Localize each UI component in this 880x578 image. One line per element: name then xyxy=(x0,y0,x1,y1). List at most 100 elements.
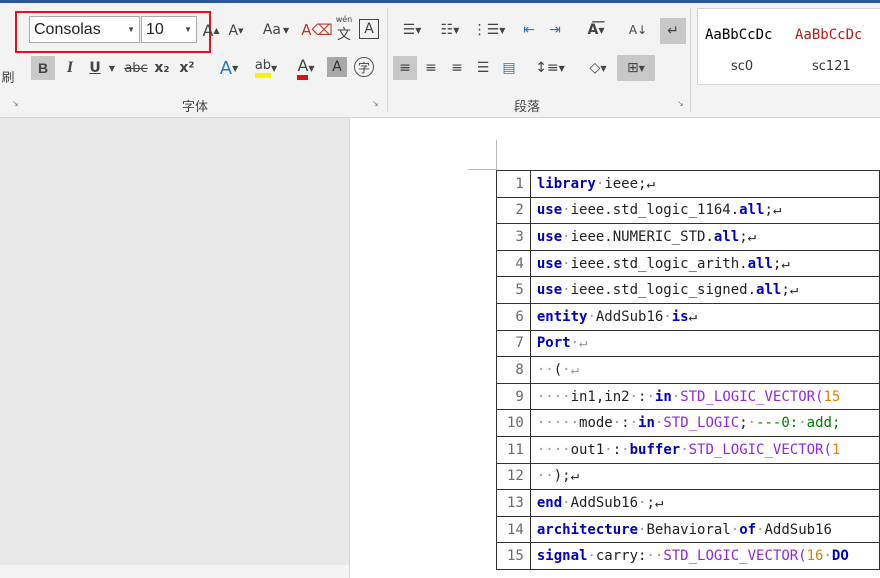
code-token: ·· xyxy=(646,548,664,565)
show-marks-icon[interactable]: ↵ xyxy=(660,18,686,44)
code-token: AddSub16 xyxy=(764,521,832,538)
font-dialog-launcher-icon[interactable]: ↘ xyxy=(372,99,379,108)
code-line[interactable]: use·ieee.std_logic_arith.all;↵ xyxy=(529,249,880,278)
styles-gallery[interactable]: AaBbCcDc sc0 AaBbCcDc sc121 xyxy=(697,8,880,85)
code-token: · xyxy=(823,548,832,565)
line-number: 12 xyxy=(496,462,531,491)
code-token: ;↵ xyxy=(772,255,790,272)
paragraph-dialog-launcher-icon[interactable]: ↘ xyxy=(677,99,684,108)
code-line[interactable]: ····out1·:·buffer·STD_LOGIC_VECTOR(1 xyxy=(529,435,880,464)
text-direction-icon[interactable]: A͞ ▼ xyxy=(578,18,614,42)
align-right-icon[interactable]: ≡ xyxy=(445,56,469,80)
increase-indent-icon[interactable]: ⇥ xyxy=(544,18,566,42)
borders-icon[interactable]: ⊞ ▼ xyxy=(617,55,655,81)
code-token: ( xyxy=(553,361,563,378)
code-line[interactable]: library·ieee;↵ xyxy=(529,170,880,198)
code-token: · xyxy=(562,228,571,245)
code-token: · xyxy=(587,308,596,325)
code-token: ;↵ xyxy=(638,175,655,192)
code-token: · xyxy=(562,494,571,511)
line-number: 3 xyxy=(496,223,531,251)
code-token: · xyxy=(604,441,613,458)
text-effects-icon[interactable]: A ▼ xyxy=(212,56,246,80)
phonetic-guide-button[interactable]: wén 文 xyxy=(333,15,355,43)
sort-icon[interactable]: A↓ xyxy=(627,18,649,42)
code-token: · xyxy=(671,388,681,405)
clear-format-icon[interactable]: A⌫ xyxy=(301,18,332,42)
distributed-icon[interactable]: ▤ xyxy=(497,56,521,80)
style-preview-sc121[interactable]: AaBbCcDc xyxy=(795,27,862,43)
align-left-icon[interactable]: ≡ xyxy=(393,56,417,80)
dialog-launcher-icon[interactable]: ↘ xyxy=(12,99,19,108)
code-token: entity xyxy=(536,308,588,325)
font-color-icon[interactable]: A ▼ xyxy=(289,54,323,82)
code-line[interactable]: use·ieee.std_logic_signed.all;↵ xyxy=(529,276,880,304)
code-token: ↵ xyxy=(570,468,580,485)
character-border-button[interactable]: A xyxy=(359,19,379,39)
align-center-icon[interactable]: ≡ xyxy=(419,56,443,80)
change-case-button[interactable]: Aa ▼ xyxy=(258,18,294,42)
code-token: of xyxy=(739,521,757,538)
superscript-button[interactable]: x² xyxy=(177,56,197,80)
code-line[interactable]: entity·AddSub16·is↵ xyxy=(529,302,880,331)
style-preview-sc0[interactable]: AaBbCcDc xyxy=(705,27,772,43)
code-line[interactable]: Port·↵ xyxy=(529,329,880,358)
style-name-sc121: sc121 xyxy=(812,59,851,74)
code-token: DO xyxy=(831,548,849,565)
code-token: STD_LOGIC_VECTOR( xyxy=(688,441,832,458)
code-token: : xyxy=(621,415,630,432)
line-number: 8 xyxy=(496,356,531,384)
justify-icon[interactable]: ☰ xyxy=(471,56,495,80)
enclose-characters-icon[interactable]: 字 xyxy=(354,57,374,77)
code-line[interactable]: signal·carry:··STD_LOGIC_VECTOR(16·DO xyxy=(529,542,880,570)
highlight-rectangle xyxy=(15,11,211,53)
code-token: ···· xyxy=(536,441,571,458)
bold-button[interactable]: B xyxy=(31,56,55,80)
code-line-row: 1 library·ieee;↵ xyxy=(496,170,880,198)
highlight-color-icon[interactable]: ab ▼ xyxy=(249,54,283,82)
numbering-icon[interactable]: ☷ ▼ xyxy=(432,18,468,42)
shading-icon[interactable]: ◇ ▼ xyxy=(580,54,616,82)
code-line-row: 12 ··);↵ xyxy=(496,462,880,491)
italic-button[interactable]: I xyxy=(59,56,81,80)
code-line[interactable]: architecture·Behavioral·of·AddSub16 xyxy=(529,515,880,544)
multilevel-list-icon[interactable]: ⋮☰ ▼ xyxy=(472,18,506,42)
strikethrough-button[interactable]: abc xyxy=(122,56,150,80)
code-line[interactable]: end·AddSub16·;↵ xyxy=(529,489,880,517)
bullets-icon[interactable]: ☰ ▼ xyxy=(394,18,430,42)
code-line-row: 13 end·AddSub16·;↵ xyxy=(496,489,880,517)
line-number: 10 xyxy=(496,409,531,437)
decrease-indent-icon[interactable]: ⇤ xyxy=(518,18,540,42)
grow-font-icon[interactable]: A ▲ xyxy=(201,18,221,42)
line-number: 14 xyxy=(496,515,531,544)
code-line[interactable]: ··(·↵ xyxy=(529,356,880,384)
code-token: ·↵ xyxy=(570,335,588,352)
code-token: · xyxy=(587,548,596,565)
change-case-label: Aa xyxy=(262,22,281,38)
code-token: ·· xyxy=(536,468,554,485)
code-line-row: 10 ·····mode·:·in·STD_LOGIC;·---0:·add; xyxy=(496,409,880,437)
margin-mark xyxy=(496,140,497,170)
code-token: ·↵ xyxy=(562,361,580,378)
code-token: · xyxy=(646,388,655,405)
line-spacing-icon[interactable]: ↕≡ ▼ xyxy=(532,56,568,80)
chevron-down-icon[interactable]: ▼ xyxy=(106,56,118,80)
code-token: ···· xyxy=(536,388,571,405)
format-painter-label[interactable]: 刷 xyxy=(0,64,16,88)
code-line[interactable]: ·····mode·:·in·STD_LOGIC;·---0:·add; xyxy=(529,409,880,437)
code-token: add; xyxy=(806,415,841,432)
code-token: buffer xyxy=(629,441,681,458)
code-line[interactable]: ··);↵ xyxy=(529,462,880,491)
character-shading-icon[interactable]: A xyxy=(327,57,347,77)
code-token: STD_LOGIC_VECTOR( xyxy=(680,388,824,405)
code-token: AddSub16 xyxy=(570,494,639,511)
subscript-button[interactable]: x₂ xyxy=(152,56,172,80)
shrink-font-icon[interactable]: A ▼ xyxy=(226,20,246,42)
code-line[interactable]: use·ieee.NUMERIC_STD.all;↵ xyxy=(529,223,880,251)
line-number: 1 xyxy=(496,170,531,198)
code-line[interactable]: use·ieee.std_logic_1164.all;↵ xyxy=(529,196,880,225)
code-line[interactable]: ····in1,in2·:·in·STD_LOGIC_VECTOR(15 xyxy=(529,382,880,411)
code-token: ↵ xyxy=(688,308,698,325)
underline-button[interactable]: U xyxy=(85,56,105,80)
code-token: · xyxy=(629,415,639,432)
